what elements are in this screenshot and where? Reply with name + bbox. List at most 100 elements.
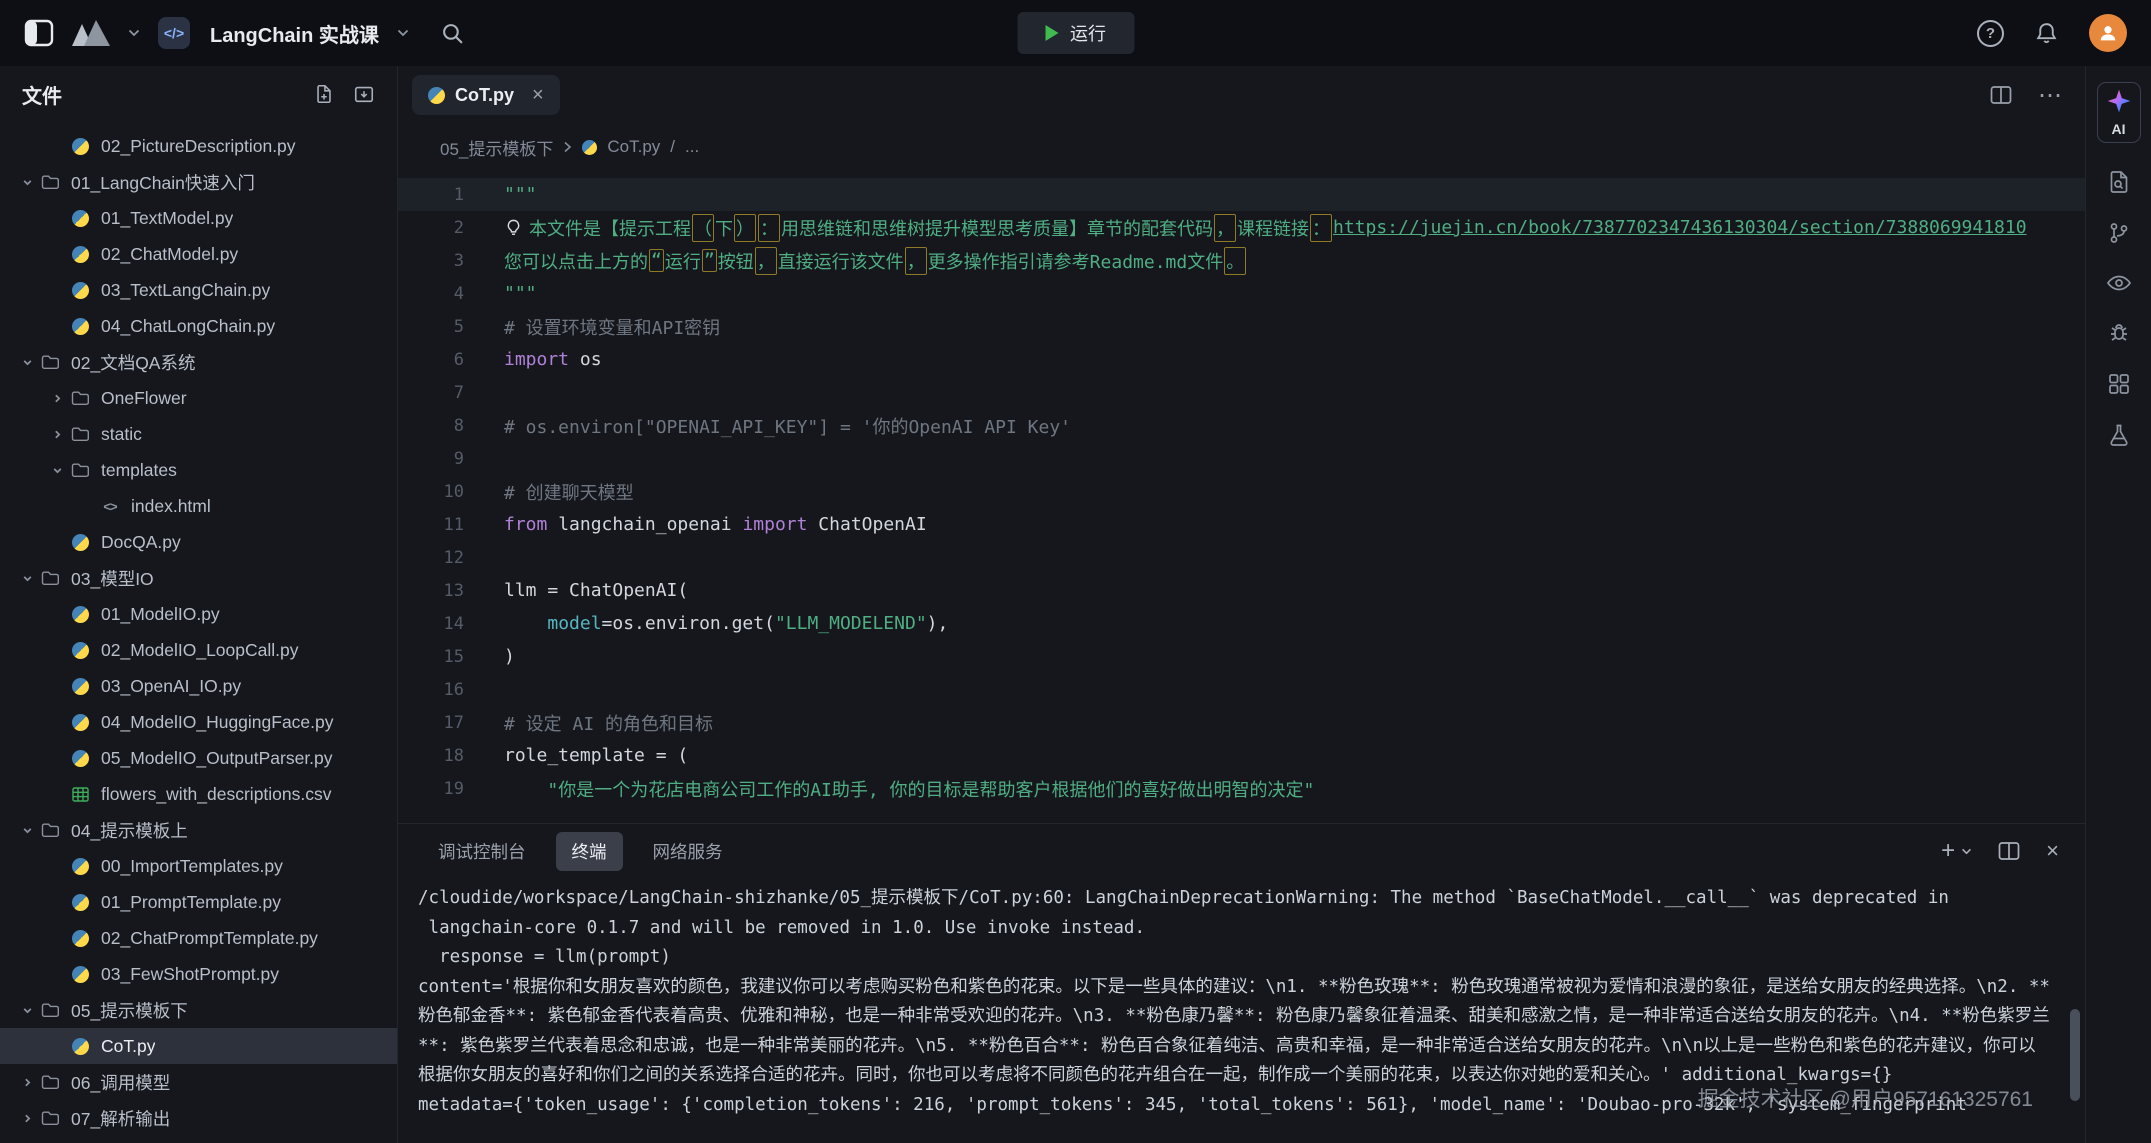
project-title[interactable]: LangChain 实战课 — [210, 19, 379, 48]
tree-file[interactable]: 04_ModelIO_HuggingFace.py — [0, 704, 397, 740]
code-line[interactable]: 16 — [398, 673, 2085, 706]
line-number[interactable]: 17 — [398, 713, 490, 733]
code-line[interactable]: 10# 创建聊天模型 — [398, 475, 2085, 508]
line-number[interactable]: 1 — [398, 185, 490, 205]
code-editor[interactable]: 1"""2本文件是【提示工程（下）：用思维链和思维树提升模型思考质量】章节的配套… — [398, 170, 2085, 823]
new-terminal-button[interactable]: + — [1941, 839, 1972, 863]
project-chevron-down-icon[interactable] — [397, 29, 409, 37]
tree-file[interactable]: 03_OpenAI_IO.py — [0, 668, 397, 704]
code-line[interactable]: 11from langchain_openai import ChatOpenA… — [398, 508, 2085, 541]
split-editor-icon[interactable] — [1990, 85, 2012, 105]
code-line[interactable]: 9 — [398, 442, 2085, 475]
line-number[interactable]: 4 — [398, 284, 490, 304]
collapse-folders-icon[interactable] — [353, 83, 375, 105]
line-number[interactable]: 16 — [398, 680, 490, 700]
line-number[interactable]: 13 — [398, 581, 490, 601]
tree-folder[interactable]: static — [0, 416, 397, 452]
tree-file[interactable]: 02_ModelIO_LoopCall.py — [0, 632, 397, 668]
line-number[interactable]: 19 — [398, 779, 490, 799]
code-line[interactable]: 1""" — [398, 178, 2085, 211]
tree-folder[interactable]: 01_LangChain快速入门 — [0, 164, 397, 200]
line-number[interactable]: 7 — [398, 383, 490, 403]
code-line[interactable]: 7 — [398, 376, 2085, 409]
terminal-scrollbar[interactable] — [2070, 1009, 2080, 1101]
code-line[interactable]: 15) — [398, 640, 2085, 673]
line-number[interactable]: 3 — [398, 251, 490, 271]
tree-file[interactable]: 02_ChatPromptTemplate.py — [0, 920, 397, 956]
line-number[interactable]: 10 — [398, 482, 490, 502]
close-icon[interactable]: × — [532, 84, 544, 107]
code-line[interactable]: 17# 设定 AI 的角色和目标 — [398, 706, 2085, 739]
line-number[interactable]: 12 — [398, 548, 490, 568]
tree-folder[interactable]: templates — [0, 452, 397, 488]
file-search-icon[interactable] — [2107, 170, 2131, 194]
line-number[interactable]: 9 — [398, 449, 490, 469]
new-file-icon[interactable] — [313, 83, 335, 105]
line-number[interactable]: 15 — [398, 647, 490, 667]
tree-file[interactable]: 05_ModelIO_OutputParser.py — [0, 740, 397, 776]
tree-file[interactable]: 02_ChatModel.py — [0, 236, 397, 272]
ide-logo-icon[interactable] — [24, 18, 54, 48]
tree-file[interactable]: 04_ChatLongChain.py — [0, 308, 397, 344]
user-avatar[interactable] — [2089, 14, 2127, 52]
test-flask-icon[interactable] — [2107, 423, 2131, 447]
code-line[interactable]: 2本文件是【提示工程（下）：用思维链和思维树提升模型思考质量】章节的配套代码，课… — [398, 211, 2085, 244]
code-line[interactable]: 5# 设置环境变量和API密钥 — [398, 310, 2085, 343]
tree-file[interactable]: CoT.py — [0, 1028, 397, 1064]
tree-folder[interactable]: 04_提示模板上 — [0, 812, 397, 848]
line-number[interactable]: 14 — [398, 614, 490, 634]
tree-file[interactable]: DocQA.py — [0, 524, 397, 560]
run-button[interactable]: 运行 — [1017, 12, 1134, 54]
code-line[interactable]: 13llm = ChatOpenAI( — [398, 574, 2085, 607]
extensions-grid-icon[interactable] — [2107, 372, 2131, 396]
line-number[interactable]: 18 — [398, 746, 490, 766]
code-line[interactable]: 3您可以点击上方的“运行”按钮，直接运行该文件，更多操作指引请参考Readme.… — [398, 244, 2085, 277]
breadcrumb-more[interactable]: ... — [685, 137, 699, 157]
line-number[interactable]: 8 — [398, 416, 490, 436]
tree-folder[interactable]: 05_提示模板下 — [0, 992, 397, 1028]
tree-file[interactable]: 01_TextModel.py — [0, 200, 397, 236]
editor-tab-cot[interactable]: CoT.py × — [412, 75, 560, 115]
notifications-bell-icon[interactable] — [2034, 21, 2059, 46]
line-number[interactable]: 5 — [398, 317, 490, 337]
code-line[interactable]: 12 — [398, 541, 2085, 574]
code-line[interactable]: 6import os — [398, 343, 2085, 376]
tree-folder[interactable]: 03_模型IO — [0, 560, 397, 596]
workspace-logo-icon[interactable] — [72, 20, 110, 46]
breadcrumb-folder[interactable]: 05_提示模板下 — [440, 135, 553, 160]
terminal-output[interactable]: /cloudide/workspace/LangChain-shizhanke/… — [398, 878, 2085, 1143]
panel-tab[interactable]: 调试控制台 — [438, 839, 526, 864]
git-branch-icon[interactable] — [2107, 221, 2131, 245]
split-terminal-icon[interactable] — [1998, 841, 2020, 861]
help-icon[interactable]: ? — [1977, 20, 2004, 47]
panel-tab[interactable]: 终端 — [556, 832, 623, 871]
ai-panel-button[interactable]: AI — [2097, 82, 2141, 143]
code-line[interactable]: 14 model=os.environ.get("LLM_MODELEND"), — [398, 607, 2085, 640]
tree-file[interactable]: <>index.html — [0, 488, 397, 524]
tree-folder[interactable]: 06_调用模型 — [0, 1064, 397, 1100]
preview-eye-icon[interactable] — [2106, 272, 2132, 294]
tree-file[interactable]: 00_ImportTemplates.py — [0, 848, 397, 884]
code-line[interactable]: 18role_template = ( — [398, 739, 2085, 772]
line-number[interactable]: 2 — [398, 218, 490, 238]
code-line[interactable]: 8# os.environ["OPENAI_API_KEY"] = '你的Ope… — [398, 409, 2085, 442]
more-actions-icon[interactable]: ⋯ — [2038, 81, 2063, 110]
tree-file[interactable]: 02_PictureDescription.py — [0, 128, 397, 164]
workspace-chevron-down-icon[interactable] — [128, 29, 140, 37]
lightbulb-icon[interactable] — [504, 218, 523, 237]
tree-file[interactable]: 01_ModelIO.py — [0, 596, 397, 632]
close-panel-icon[interactable]: × — [2046, 838, 2059, 864]
tree-file[interactable]: 03_FewShotPrompt.py — [0, 956, 397, 992]
debug-bug-icon[interactable] — [2107, 321, 2131, 345]
line-number[interactable]: 6 — [398, 350, 490, 370]
tree-file[interactable]: flowers_with_descriptions.csv — [0, 776, 397, 812]
tree-file[interactable]: 03_TextLangChain.py — [0, 272, 397, 308]
tree-folder[interactable]: 07_解析输出 — [0, 1100, 397, 1136]
search-icon[interactable] — [441, 22, 464, 45]
tree-folder[interactable]: 02_文档QA系统 — [0, 344, 397, 380]
line-number[interactable]: 11 — [398, 515, 490, 535]
breadcrumb-file[interactable]: CoT.py — [607, 137, 660, 157]
tree-file[interactable]: 01_PromptTemplate.py — [0, 884, 397, 920]
code-line[interactable]: 4""" — [398, 277, 2085, 310]
code-line[interactable]: 19 "你是一个为花店电商公司工作的AI助手, 你的目标是帮助客户根据他们的喜好… — [398, 772, 2085, 805]
